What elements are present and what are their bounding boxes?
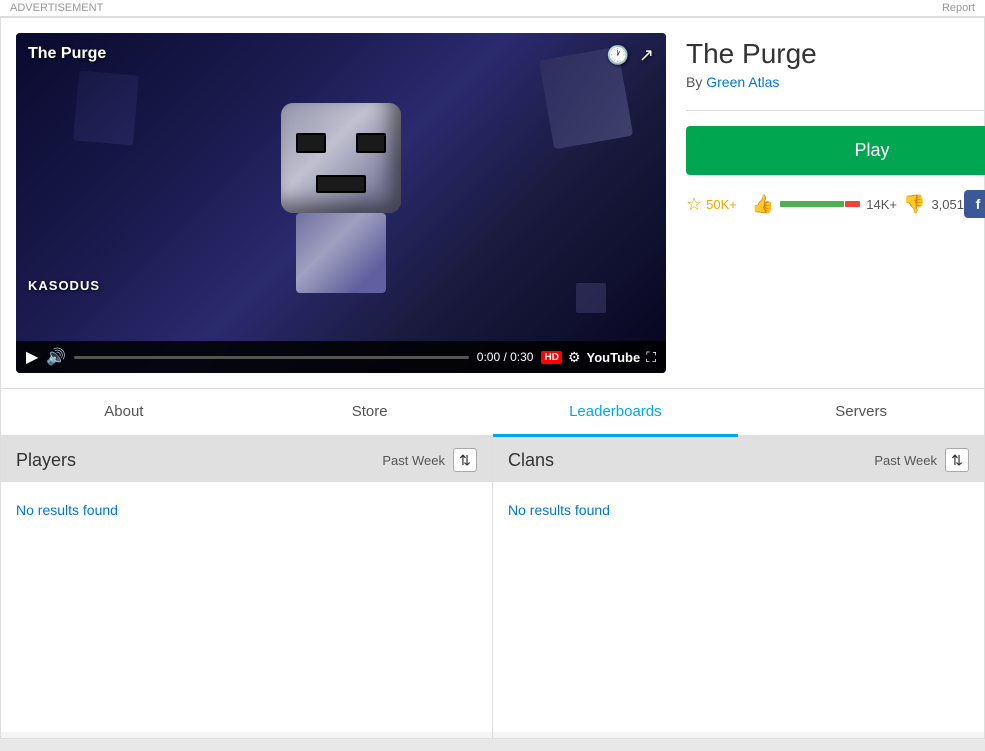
players-body: No results found	[1, 482, 492, 732]
thumbs-up-count: 14K+	[866, 197, 897, 212]
rating-row: ☆ 50K+ 👍 14K+ 👎 3,051	[686, 190, 985, 218]
clans-period: Past Week	[874, 453, 937, 468]
star-icon: ☆	[686, 194, 702, 215]
tabs-bar: About Store Leaderboards Servers	[1, 389, 984, 437]
video-controls-bar: ▶ 🔊 0:00 / 0:30 HD ⚙ YouTube ⛶	[16, 341, 666, 373]
game-info: The Purge By Green Atlas Play ☆ 50K+ 👍	[686, 33, 985, 373]
video-progress-bar[interactable]	[74, 356, 469, 359]
author-link[interactable]: Green Atlas	[706, 74, 779, 90]
star-count: 50K+	[706, 197, 737, 212]
hd-badge: HD	[541, 351, 561, 364]
video-share-icon[interactable]: ↗	[639, 45, 654, 66]
volume-button[interactable]: 🔊	[46, 347, 66, 367]
top-bar: ADVERTISEMENT Report	[0, 0, 985, 17]
tab-leaderboards[interactable]: Leaderboards	[493, 389, 739, 437]
bar-red	[845, 201, 861, 207]
thumbs-section: 👍 14K+ 👎 3,051	[752, 194, 964, 215]
video-time-display: 0:00 / 0:30	[477, 350, 534, 364]
report-label[interactable]: Report	[942, 2, 975, 14]
video-top-controls: 🕐 ↗	[606, 45, 654, 66]
roblox-icon: ⚙	[568, 349, 581, 366]
character-head	[281, 103, 401, 213]
rating-left: ☆ 50K+ 👍 14K+ 👎 3,051	[686, 194, 964, 215]
character-eye-right	[356, 133, 386, 153]
bar-green	[780, 201, 843, 207]
author-prefix: By	[686, 74, 702, 90]
facebook-button[interactable]: f	[964, 190, 985, 218]
tabs-section: About Store Leaderboards Servers	[1, 388, 984, 438]
game-section: The Purge 🕐 ↗ KASODUS ▶ 🔊 0:00 / 0:30	[1, 18, 984, 388]
thumb-up-button[interactable]: 👍	[752, 194, 774, 215]
separator	[686, 110, 985, 111]
players-title: Players	[16, 450, 76, 471]
thumb-down-button[interactable]: 👎	[903, 194, 925, 215]
advertisement-label: ADVERTISEMENT	[10, 2, 103, 14]
clans-controls: Past Week ⇅	[874, 448, 969, 472]
youtube-badge[interactable]: YouTube	[587, 350, 641, 365]
game-title: The Purge	[686, 38, 985, 70]
tab-servers[interactable]: Servers	[738, 389, 984, 437]
video-title-overlay: The Purge	[28, 45, 106, 63]
tab-store[interactable]: Store	[247, 389, 493, 437]
game-character	[241, 103, 441, 323]
players-controls: Past Week ⇅	[382, 448, 477, 472]
star-rating[interactable]: ☆ 50K+	[686, 194, 737, 215]
clans-header: Clans Past Week ⇅	[493, 438, 984, 482]
social-icons: f t g+	[964, 190, 985, 218]
fullscreen-button[interactable]: ⛶	[646, 349, 656, 366]
clans-body: No results found	[493, 482, 984, 732]
clans-title: Clans	[508, 450, 554, 471]
video-thumbnail: The Purge 🕐 ↗ KASODUS	[16, 33, 666, 373]
thumbs-down-count: 3,051	[931, 197, 964, 212]
character-mouth	[316, 175, 366, 193]
video-right-controls: HD ⚙ YouTube ⛶	[541, 349, 656, 366]
clans-no-results: No results found	[508, 502, 610, 518]
players-header: Players Past Week ⇅	[1, 438, 492, 482]
character-eye-left	[296, 133, 326, 153]
main-content: The Purge 🕐 ↗ KASODUS ▶ 🔊 0:00 / 0:30	[0, 17, 985, 739]
game-author: By Green Atlas	[686, 74, 985, 90]
character-body	[296, 213, 386, 293]
video-clock-icon[interactable]: 🕐	[606, 45, 628, 66]
players-period: Past Week	[382, 453, 445, 468]
clans-sort-button[interactable]: ⇅	[945, 448, 969, 472]
leaderboard-section: Players Past Week ⇅ No results found Cla…	[1, 438, 984, 738]
video-container[interactable]: The Purge 🕐 ↗ KASODUS ▶ 🔊 0:00 / 0:30	[16, 33, 666, 373]
rating-bar	[780, 201, 860, 207]
players-sort-button[interactable]: ⇅	[453, 448, 477, 472]
watermark-label: KASODUS	[28, 278, 100, 293]
tab-about[interactable]: About	[1, 389, 247, 437]
players-panel: Players Past Week ⇅ No results found	[1, 438, 492, 738]
play-pause-button[interactable]: ▶	[26, 347, 38, 367]
play-button[interactable]: Play	[686, 126, 985, 175]
players-no-results: No results found	[16, 502, 118, 518]
clans-panel: Clans Past Week ⇅ No results found	[492, 438, 984, 738]
